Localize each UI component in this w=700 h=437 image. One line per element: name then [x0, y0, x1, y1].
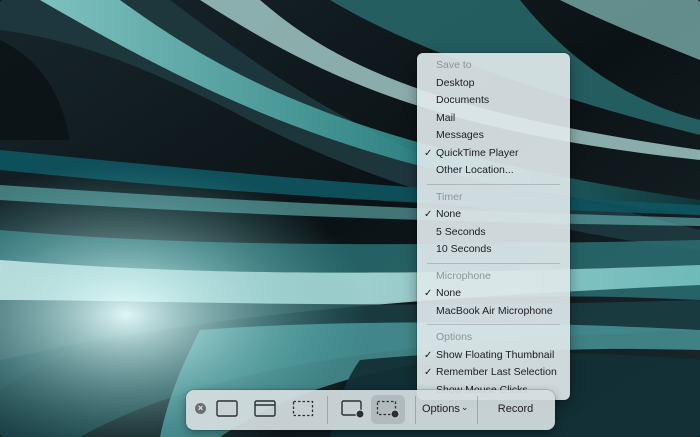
menu-item-label: MacBook Air Microphone — [436, 304, 553, 317]
menu-separator — [427, 183, 560, 185]
menu-item[interactable]: Messages — [417, 127, 570, 144]
menu-section-header: Timer — [436, 190, 463, 203]
menu-item[interactable]: Mail — [417, 110, 570, 127]
menu-section-header: Options — [436, 331, 473, 343]
screenshot-toolbar: × Options⌄ Record — [186, 390, 555, 430]
menu-item-label: Other Location... — [436, 164, 514, 176]
menu-item[interactable]: 5 Seconds — [417, 224, 570, 241]
record-selected-portion-button[interactable] — [375, 398, 401, 420]
chevron-down-icon: ⌄ — [460, 402, 469, 412]
capture-selected-portion-button[interactable] — [290, 398, 316, 420]
menu-item-label: None — [436, 208, 462, 220]
record-selected-portion-icon — [376, 400, 400, 419]
menu-item-label: None — [436, 287, 462, 299]
checkmark-icon: ✓ — [424, 209, 433, 220]
checkmark-icon: ✓ — [424, 349, 433, 361]
capture-entire-screen-button[interactable] — [214, 398, 240, 420]
menu-item[interactable]: Documents — [417, 92, 570, 109]
desktop-wallpaper — [0, 0, 700, 437]
menu-item[interactable]: ✓ QuickTime Player — [417, 145, 570, 162]
checkmark-icon: ✓ — [424, 288, 433, 299]
menu-item[interactable]: ✓ None — [417, 285, 570, 302]
capture-selected-window-button[interactable] — [252, 398, 278, 420]
menu-item-label: Show Floating Thumbnail — [436, 348, 555, 361]
record-entire-screen-button[interactable] — [340, 398, 366, 420]
menu-item[interactable]: Other Location... — [417, 162, 570, 179]
wallpaper-art — [0, 0, 700, 437]
menu-separator — [427, 262, 560, 264]
menu-item-label: Messages — [436, 129, 484, 141]
menu-item[interactable]: ✓ Show Floating Thumbnail — [417, 347, 570, 364]
options-label: Options — [422, 403, 460, 415]
record-button[interactable]: Record — [484, 399, 547, 419]
options-button[interactable]: Options⌄ — [422, 400, 468, 418]
menu-item-label: QuickTime Player — [436, 146, 519, 159]
capture-selected-portion-icon — [292, 400, 314, 417]
options-menu: Save to Desktop Documents Mail Messages ✓ Quic… — [417, 53, 570, 400]
record-entire-screen-icon — [341, 400, 365, 419]
menu-item-label: Mail — [436, 111, 456, 124]
menu-item-label: Documents — [436, 94, 490, 106]
capture-selected-window-icon — [254, 400, 276, 417]
menu-separator — [427, 324, 560, 325]
menu-item[interactable]: Desktop — [417, 75, 570, 92]
checkmark-icon: ✓ — [424, 367, 433, 378]
capture-entire-screen-icon — [216, 400, 238, 417]
menu-section-header: Save to — [436, 59, 472, 71]
close-toolbar-button[interactable]: × — [195, 403, 206, 414]
toolbar-divider — [477, 396, 478, 424]
menu-item-label: 10 Seconds — [436, 243, 492, 255]
menu-item[interactable]: MacBook Air Microphone — [417, 303, 570, 320]
menu-item-label: Remember Last Selection — [436, 366, 557, 378]
toolbar-divider — [415, 396, 416, 424]
toolbar-divider — [327, 396, 328, 424]
menu-item-label: Desktop — [436, 76, 475, 89]
checkmark-icon: ✓ — [424, 147, 433, 159]
menu-section-header: Microphone — [436, 269, 491, 282]
menu-item[interactable]: ✓ None — [417, 206, 570, 223]
menu-item-label: 5 Seconds — [436, 225, 486, 238]
menu-item[interactable]: 10 Seconds — [417, 241, 570, 258]
menu-item[interactable]: ✓ Remember Last Selection — [417, 364, 570, 381]
